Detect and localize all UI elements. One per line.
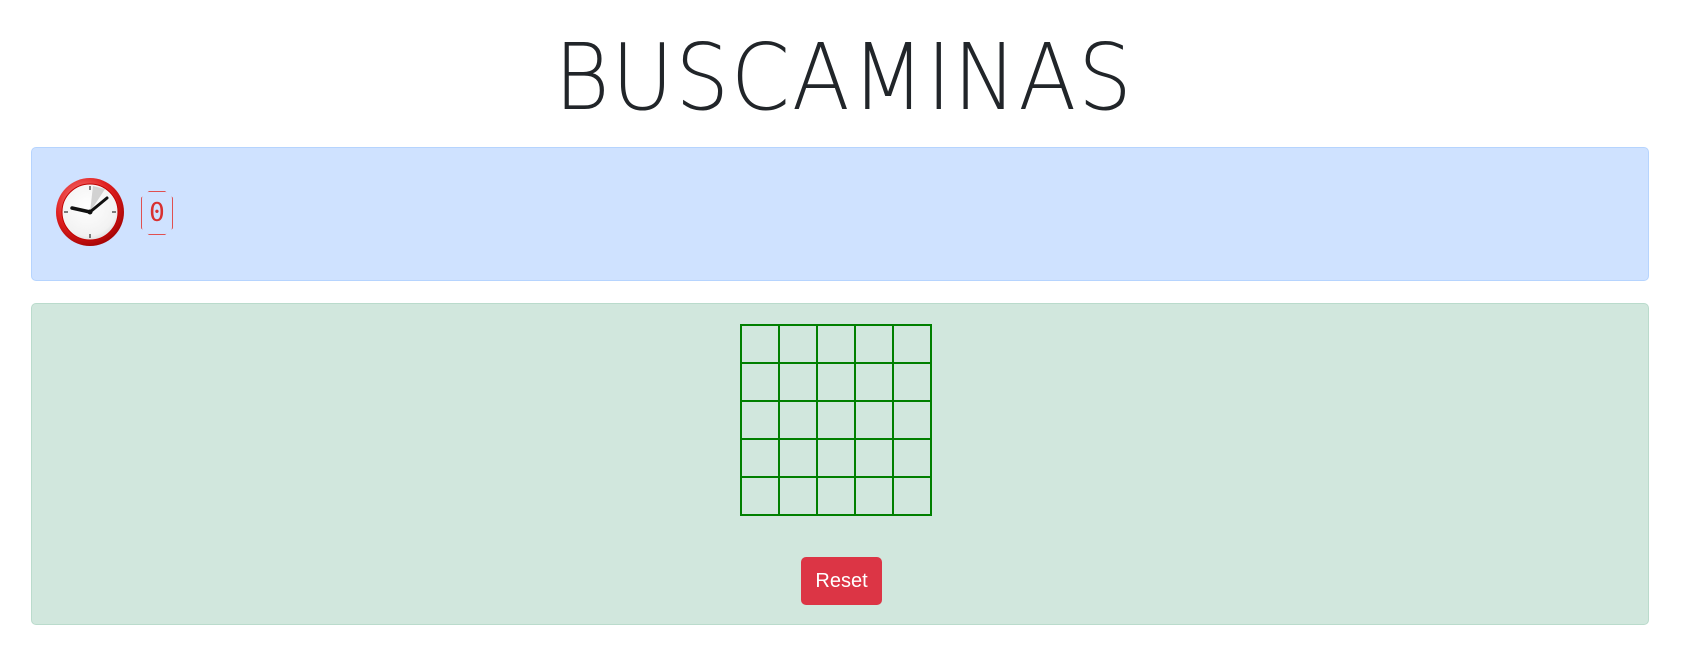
board-row: [740, 476, 932, 516]
board-cell[interactable]: [854, 438, 894, 478]
board-row: [740, 324, 932, 364]
board-cell[interactable]: [740, 400, 780, 440]
board-cell[interactable]: [816, 400, 856, 440]
board-cell[interactable]: [740, 324, 780, 364]
board-cell[interactable]: [892, 362, 932, 402]
board-cell[interactable]: [740, 362, 780, 402]
board-cell[interactable]: [892, 438, 932, 478]
page-title: BUSCAMINAS: [554, 24, 1134, 131]
board-cell[interactable]: [854, 362, 894, 402]
board-cell[interactable]: [778, 438, 818, 478]
board-row: [740, 400, 932, 440]
board-cell[interactable]: [778, 476, 818, 516]
mine-counter: 0: [141, 191, 173, 235]
board-cell[interactable]: [816, 438, 856, 478]
board-cell[interactable]: [740, 476, 780, 516]
board-cell[interactable]: [892, 324, 932, 364]
board-row: [740, 362, 932, 402]
board-cell[interactable]: [892, 400, 932, 440]
board-row: [740, 438, 932, 478]
reset-button[interactable]: Reset: [801, 557, 882, 605]
counter-value: 0: [149, 198, 165, 228]
board-cell[interactable]: [778, 400, 818, 440]
board-cell[interactable]: [816, 324, 856, 364]
minesweeper-board: [740, 324, 932, 516]
page: BUSCAMINAS 0 Reset: [0, 0, 1688, 660]
board-cell[interactable]: [740, 438, 780, 478]
board-cell[interactable]: [854, 324, 894, 364]
board-cell[interactable]: [816, 476, 856, 516]
board-cell[interactable]: [816, 362, 856, 402]
clock-icon: [56, 178, 124, 246]
board-cell[interactable]: [854, 400, 894, 440]
board-cell[interactable]: [854, 476, 894, 516]
board-cell[interactable]: [778, 362, 818, 402]
status-panel: [31, 147, 1649, 281]
board-cell[interactable]: [778, 324, 818, 364]
board-cell[interactable]: [892, 476, 932, 516]
